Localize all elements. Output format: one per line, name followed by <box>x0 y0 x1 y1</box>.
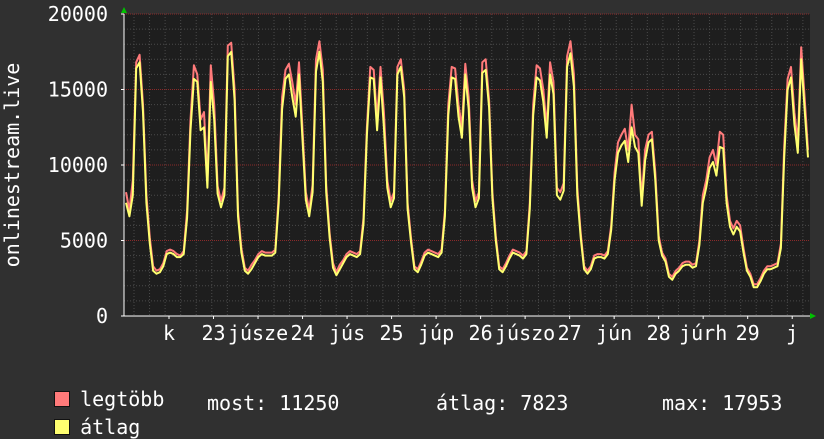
x-tick-label: 23 <box>201 321 225 345</box>
x-tick-label: júszo <box>495 321 555 345</box>
x-tick-label: 28 <box>647 321 671 345</box>
legend-row-avg: átlag <box>30 391 140 439</box>
y-tick-label: 10000 <box>48 153 108 177</box>
stat-current: most: 11250 <box>207 391 340 415</box>
x-tick-labels: k 23 júsze 24 jús 25 júp 26 júszo 27 jún 28 júrh 29 j <box>163 321 798 345</box>
y-axis-arrow <box>121 7 127 13</box>
x-tick-label: 27 <box>558 321 582 345</box>
x-tick-label: 25 <box>380 321 404 345</box>
y-tick-label: 0 <box>96 304 108 328</box>
x-tick-label: júrh <box>679 321 727 345</box>
x-tick-label: júp <box>418 321 454 345</box>
x-tick-label: 26 <box>469 321 493 345</box>
stat-maximum: max: 17953 <box>662 391 783 415</box>
x-tick-label: k <box>163 321 175 345</box>
stat-average: átlag: 7823 <box>436 391 569 415</box>
x-tick-label: j <box>786 321 798 345</box>
y-tick-labels: 0 5000 10000 15000 20000 <box>48 2 108 328</box>
x-tick-label: jún <box>596 321 632 345</box>
x-tick-label: 29 <box>736 321 760 345</box>
x-axis-arrow <box>810 313 816 319</box>
legend-label-avg: átlag <box>80 415 141 439</box>
x-tick-label: 24 <box>290 321 314 345</box>
y-tick-label: 15000 <box>48 78 108 102</box>
y-axis-label: onlinestream.live <box>0 63 24 268</box>
y-tick-label: 5000 <box>60 229 108 253</box>
x-tick-label: júsze <box>228 321 288 345</box>
legend-swatch-avg <box>54 419 71 435</box>
x-tick-label: jús <box>329 321 365 345</box>
y-tick-label: 20000 <box>48 2 108 26</box>
